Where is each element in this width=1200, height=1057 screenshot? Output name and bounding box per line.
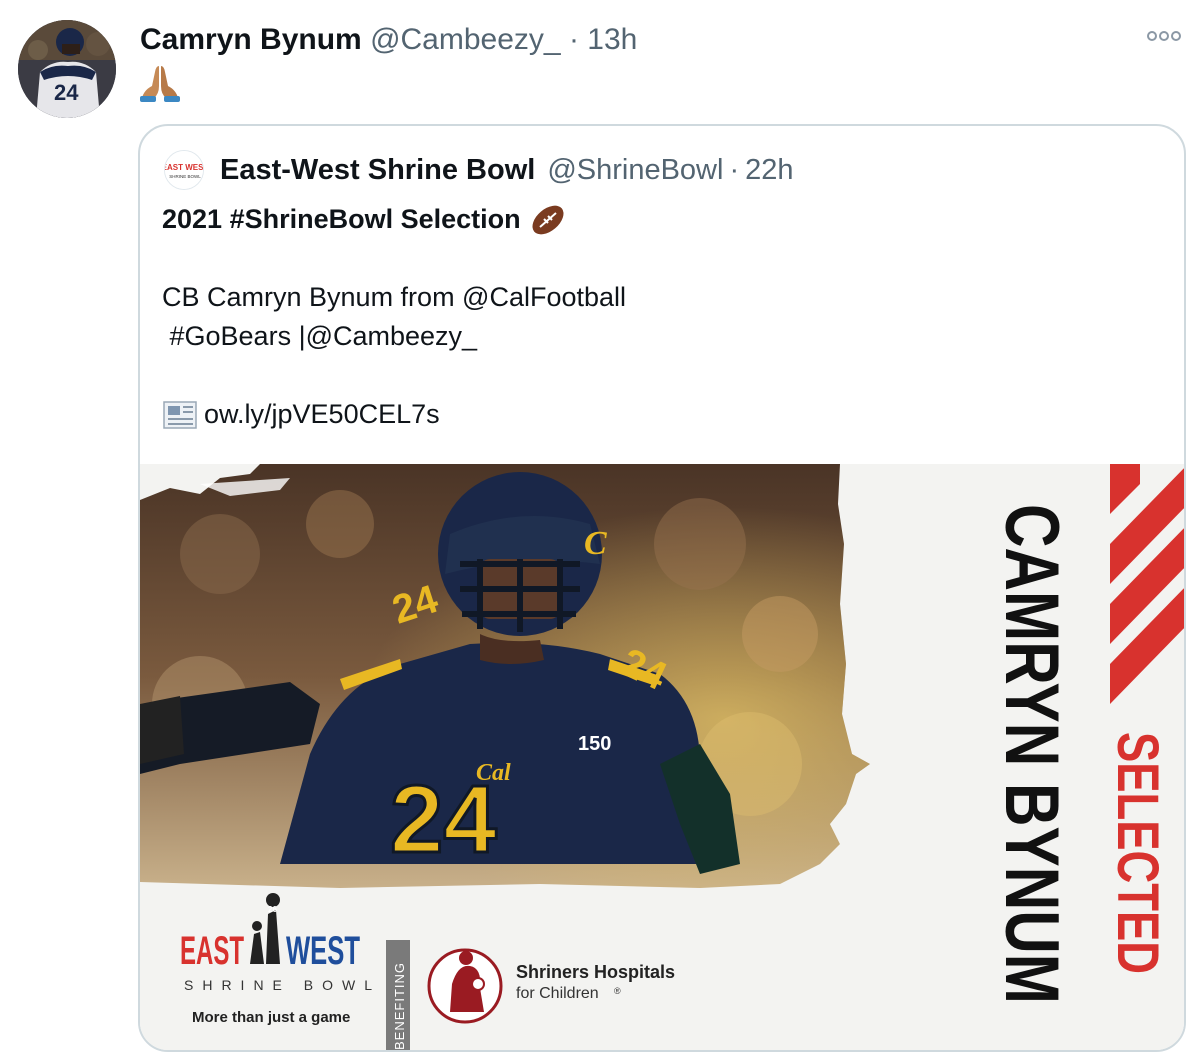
logo-number: 26 <box>268 905 277 914</box>
quoted-text: 2021 #ShrineBowl Selection CB Camryn Byn… <box>162 200 626 434</box>
logo-west: WEST <box>286 929 360 973</box>
quoted-separator: · <box>729 153 740 186</box>
quoted-header: EAST WEST SHRINE BOWL East-West Shrine B… <box>164 150 794 190</box>
quoted-avatar-logo-bottom: SHRINE BOWL <box>169 174 201 179</box>
logo-tagline: More than just a game <box>192 1009 350 1026</box>
media-image[interactable]: C 24 24 Cal 150 24 CAMRYN BYNUM SELECTED… <box>140 464 1184 1050</box>
quoted-line-1: 2021 #ShrineBowl Selection <box>162 200 626 239</box>
more-options-icon[interactable] <box>1146 26 1182 46</box>
tweet-time[interactable]: 13h <box>587 23 637 56</box>
benefiting-label: BENEFITING <box>392 962 407 1050</box>
quoted-title-line: 2021 #ShrineBowl Selection <box>162 204 521 234</box>
newspaper-icon <box>162 398 200 432</box>
quoted-tweet[interactable]: EAST WEST SHRINE BOWL East-West Shrine B… <box>138 124 1186 1052</box>
author-name[interactable]: Camryn Bynum <box>140 23 362 56</box>
quoted-link[interactable]: ow.ly/jpVE50CEL7s <box>204 395 440 434</box>
selected-label: SELECTED <box>1105 732 1170 974</box>
avatar-jersey-number: 24 <box>54 80 79 105</box>
shriners-line1: Shriners Hospitals <box>516 962 675 982</box>
quoted-line-3: #GoBears |@Cambeezy_ <box>162 321 478 351</box>
shriners-registered: ® <box>614 986 621 996</box>
tweet-header: Camryn Bynum @Cambeezy_ · 13h <box>140 22 637 58</box>
tweet[interactable]: 24 Camryn Bynum @Cambeezy_ · 13h AST WES… <box>0 0 1200 1057</box>
quoted-time[interactable]: 22h <box>745 154 793 187</box>
quoted-line-2: CB Camryn Bynum from @CalFootball <box>162 282 627 312</box>
quoted-author-handle[interactable]: @ShrineBowl <box>547 154 723 187</box>
quoted-avatar[interactable]: EAST WEST SHRINE BOWL <box>164 150 204 190</box>
separator: · <box>568 23 579 56</box>
folded-hands-icon <box>140 64 180 102</box>
football-icon <box>529 201 567 239</box>
player-name: CAMRYN BYNUM <box>989 504 1074 1004</box>
helmet-logo: C <box>584 525 607 562</box>
jersey-patch: 150 <box>578 733 611 755</box>
quoted-link-line: ow.ly/jpVE50CEL7s <box>162 395 626 434</box>
logo-sub: SHRINE BOWL <box>184 977 381 993</box>
quoted-author-name[interactable]: East-West Shrine Bowl <box>220 154 535 187</box>
author-avatar[interactable]: 24 <box>18 20 116 118</box>
shriners-line2: for Children <box>516 985 599 1002</box>
jersey-number: 24 <box>390 766 497 873</box>
author-handle[interactable]: @Cambeezy_ <box>370 23 561 56</box>
logo-east: EAST <box>180 929 244 973</box>
quoted-avatar-logo-top: EAST WEST <box>165 163 204 172</box>
